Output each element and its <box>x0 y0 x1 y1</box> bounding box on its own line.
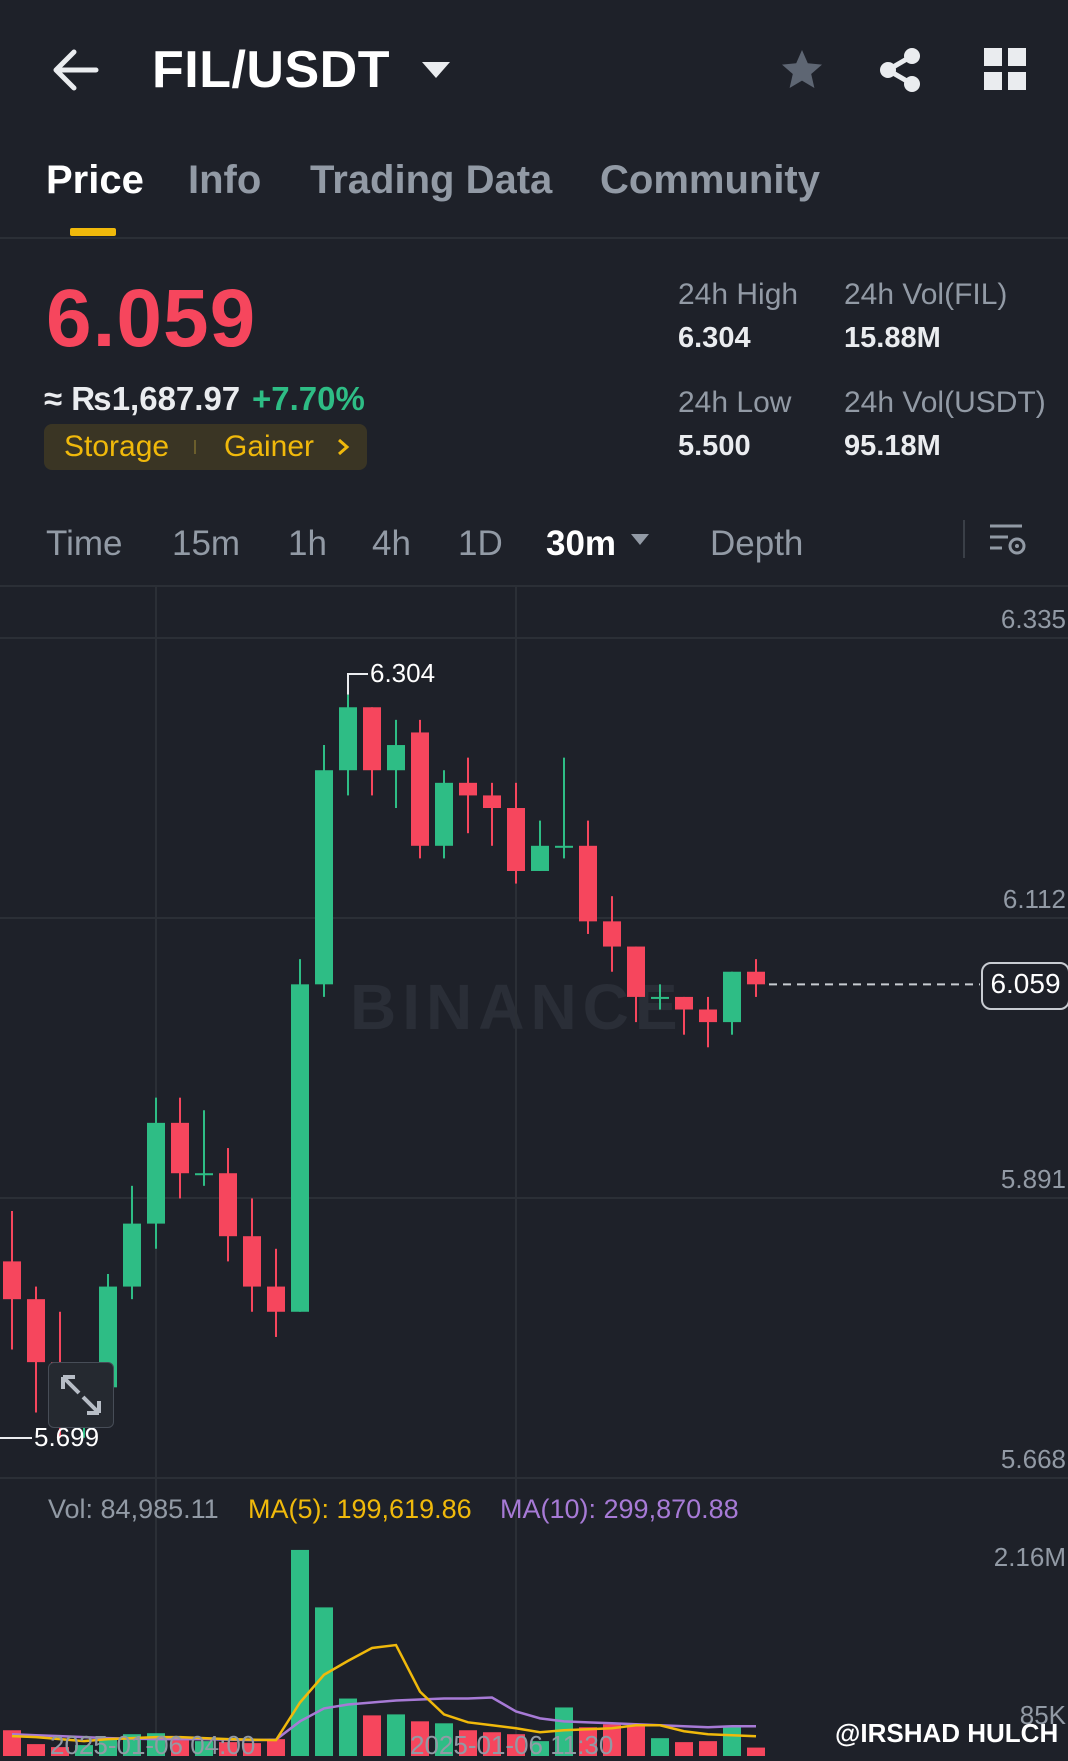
tag-gainer[interactable]: Gainer <box>224 430 314 464</box>
interval-15m[interactable]: 15m <box>172 524 240 564</box>
candle-body-13 <box>315 770 333 985</box>
last-price: 6.059 <box>46 273 257 364</box>
volume-bar-27 <box>651 1738 669 1756</box>
candle-body-9 <box>219 1173 237 1237</box>
candle-body-19 <box>459 782 477 796</box>
volume-bar-16 <box>387 1714 405 1756</box>
candle-body-30 <box>723 971 741 1023</box>
active-tab-indicator <box>70 228 116 236</box>
back-arrow-icon[interactable] <box>50 48 100 92</box>
volume-axis-top: 2.16M <box>993 1542 1066 1572</box>
interval-1d[interactable]: 1D <box>458 524 503 564</box>
tab-trading-data[interactable]: Trading Data <box>310 158 552 203</box>
tag-separator <box>194 440 196 454</box>
tag-storage[interactable]: Storage <box>64 430 169 464</box>
interval-divider <box>963 520 965 558</box>
candle-body-15 <box>363 707 381 771</box>
interval-depth[interactable]: Depth <box>710 524 803 564</box>
tabs-divider <box>0 237 1068 239</box>
candle-body-18 <box>435 782 453 846</box>
candle-body-12 <box>291 984 309 1312</box>
candle-body-6 <box>147 1122 165 1224</box>
ma5-label: MA(5): 199,619.86 <box>248 1494 472 1524</box>
interval-1h[interactable]: 1h <box>288 524 327 564</box>
candle-body-23 <box>555 845 573 848</box>
pair-title[interactable]: FIL/USDT <box>152 40 390 100</box>
high-marker-label: 6.304 <box>370 658 436 688</box>
stat-24h-high-label: 24h High <box>678 278 799 311</box>
axis-label-6335: 6.335 <box>1000 604 1066 634</box>
candle-body-17 <box>411 732 429 846</box>
volume-bar-1 <box>27 1744 45 1756</box>
stat-24h-low-label: 24h Low <box>678 386 792 419</box>
stat-24h-vol-usdt-value: 95.18M <box>844 430 941 462</box>
volume-bar-26 <box>627 1725 645 1756</box>
volume-bar-30 <box>723 1727 741 1756</box>
interval-time[interactable]: Time <box>46 524 122 564</box>
volume-bar-29 <box>699 1741 717 1756</box>
candle-body-5 <box>123 1223 141 1287</box>
candlestick-chart[interactable] <box>0 586 1068 1756</box>
volume-bar-28 <box>675 1742 693 1756</box>
share-icon[interactable] <box>876 46 924 94</box>
stat-24h-vol-usdt-label: 24h Vol(USDT) <box>844 386 1046 419</box>
interval-4h[interactable]: 4h <box>372 524 411 564</box>
candle-body-8 <box>195 1173 213 1176</box>
candle-body-10 <box>243 1236 261 1287</box>
candle-body-21 <box>507 808 525 871</box>
credit-watermark: @IRSHAD HULCH <box>835 1718 1059 1748</box>
axis-label-5891: 5.891 <box>1000 1164 1066 1194</box>
candle-body-31 <box>747 971 765 985</box>
fiat-price: ≈ ₨1,687.97 <box>44 380 241 417</box>
stat-24h-vol-fil-value: 15.88M <box>844 322 941 354</box>
expand-icon <box>61 1375 101 1415</box>
candle-body-1 <box>27 1299 45 1363</box>
grid-menu-icon[interactable] <box>984 48 1026 90</box>
tab-community[interactable]: Community <box>600 158 820 203</box>
candle-body-25 <box>603 921 621 947</box>
ma10-label: MA(10): 299,870.88 <box>500 1494 739 1524</box>
stat-24h-low-value: 5.500 <box>678 430 751 462</box>
volume-bar-31 <box>747 1747 765 1756</box>
chevron-right-icon[interactable] <box>336 437 350 457</box>
candle-body-29 <box>699 1009 717 1023</box>
volume-bar-11 <box>267 1739 285 1756</box>
candle-body-24 <box>579 845 597 922</box>
candle-body-26 <box>627 946 645 997</box>
stat-24h-high-value: 6.304 <box>678 322 751 354</box>
favorite-star-icon[interactable] <box>778 46 826 94</box>
candle-body-16 <box>387 745 405 771</box>
candle-body-27 <box>651 996 669 999</box>
chart-settings-icon[interactable] <box>988 522 1028 560</box>
volume-bar-15 <box>363 1715 381 1756</box>
volume-label: Vol: 84,985.11 <box>48 1494 219 1524</box>
tab-info[interactable]: Info <box>188 158 261 203</box>
interval-selected-30m[interactable]: 30m <box>546 524 616 564</box>
tab-price[interactable]: Price <box>46 158 144 203</box>
high-marker-line <box>347 673 368 695</box>
candle-body-0 <box>3 1261 21 1300</box>
candle-body-11 <box>267 1286 285 1312</box>
axis-label-5668: 5.668 <box>1000 1444 1066 1474</box>
candle-body-20 <box>483 795 501 809</box>
date-label-1: 2025-01-06 11:30 <box>410 1730 614 1760</box>
volume-bar-14 <box>339 1698 357 1756</box>
candle-body-22 <box>531 845 549 871</box>
current-price-value: 6.059 <box>990 968 1061 999</box>
candle-body-14 <box>339 707 357 771</box>
fullscreen-button[interactable] <box>48 1362 114 1428</box>
candle-body-7 <box>171 1122 189 1174</box>
candle-body-28 <box>675 996 693 1010</box>
stat-24h-vol-fil-label: 24h Vol(FIL) <box>844 278 1008 311</box>
axis-label-6112: 6.112 <box>1002 884 1066 914</box>
date-label-0: 2025-01-06 04:00 <box>50 1730 256 1760</box>
pair-dropdown-icon[interactable] <box>420 60 452 80</box>
interval-dropdown-icon[interactable] <box>630 533 650 546</box>
price-change-percent: +7.70% <box>252 380 365 417</box>
